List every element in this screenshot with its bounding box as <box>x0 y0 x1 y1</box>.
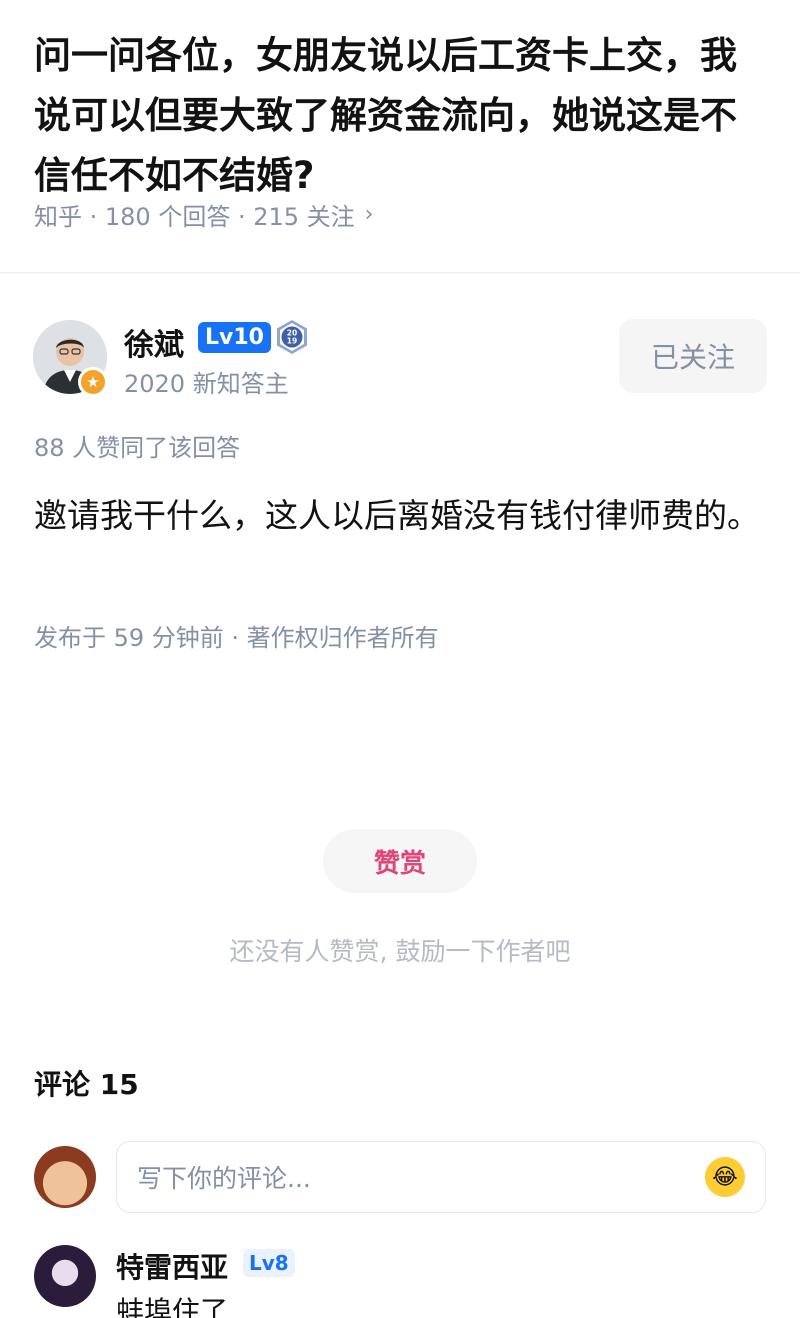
comment-input[interactable]: 写下你的评论... 😂 <box>116 1141 766 1213</box>
comment-input-placeholder: 写下你的评论... <box>137 1164 311 1193</box>
emoji-icon[interactable]: 😂 <box>705 1157 745 1197</box>
current-user-avatar[interactable] <box>34 1146 96 1208</box>
author-level-badge[interactable]: Lv10 <box>198 322 271 353</box>
medal-2019-icon[interactable]: 20 19 <box>274 319 310 355</box>
comment-author-name[interactable]: 特雷西亚 <box>116 1246 228 1286</box>
reward-hint: 还没有人赞赏, 鼓励一下作者吧 <box>229 937 571 966</box>
comments-title: 评论 15 <box>34 1068 139 1101</box>
divider <box>0 272 800 273</box>
question-meta-text: 知乎 · 180 个回答 · 215 关注 <box>34 203 355 231</box>
author-subtitle: 2020 新知答主 <box>124 370 289 398</box>
answer-content: 邀请我干什么，这人以后离婚没有钱付律师费的。 <box>34 496 760 535</box>
svg-text:19: 19 <box>287 337 297 346</box>
publish-meta: 发布于 59 分钟前 · 著作权归作者所有 <box>34 624 439 652</box>
follow-button[interactable]: 已关注 <box>619 319 767 393</box>
vote-count: 88 人赞同了该回答 <box>34 434 241 462</box>
author-name[interactable]: 徐斌 <box>124 320 184 364</box>
question-meta[interactable]: 知乎 · 180 个回答 · 215 关注 › <box>34 197 373 232</box>
reward-button[interactable]: 赞赏 <box>323 829 477 893</box>
verified-star-icon: ★ <box>78 367 108 397</box>
comment-author-level-badge: Lv8 <box>243 1249 295 1277</box>
question-title[interactable]: 问一问各位，女朋友说以后工资卡上交，我说可以但要大致了解资金流向，她说这是不信任… <box>34 26 764 206</box>
answer-page: 问一问各位，女朋友说以后工资卡上交，我说可以但要大致了解资金流向，她说这是不信任… <box>0 0 800 1318</box>
chevron-right-icon: › <box>364 202 374 227</box>
comment-avatar[interactable] <box>34 1245 96 1307</box>
comment-text: 蚌埠住了 <box>116 1295 229 1318</box>
